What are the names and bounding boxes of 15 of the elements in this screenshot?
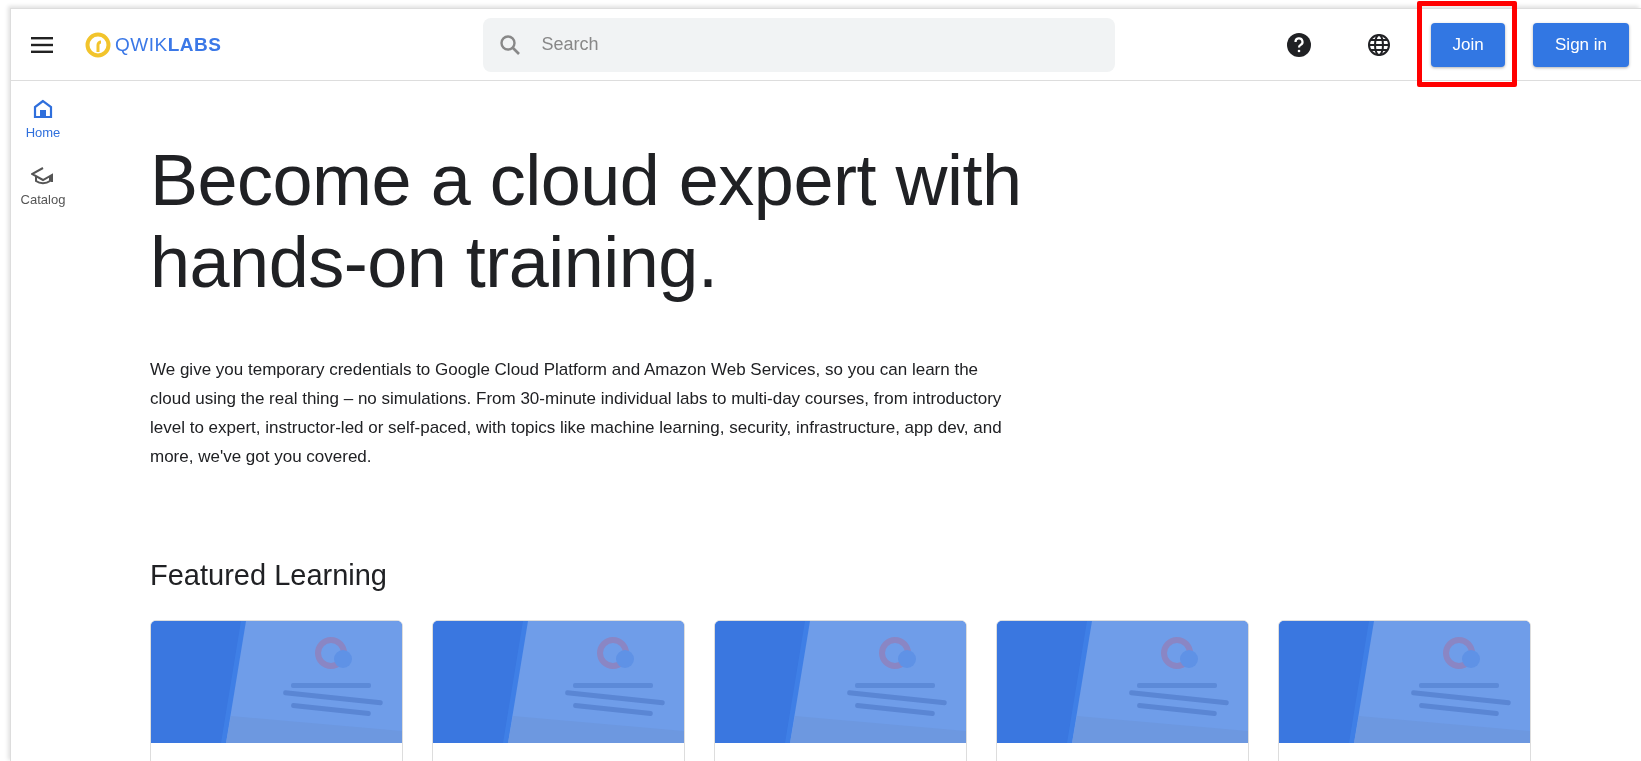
- sidebar-item[interactable]: Catalog: [20, 166, 66, 207]
- help-icon[interactable]: [1287, 32, 1311, 57]
- logo-text[interactable]: QWIKLABS: [115, 33, 222, 56]
- search-field[interactable]: Search: [483, 17, 1116, 72]
- sign-in-button[interactable]: Sign in: [1533, 22, 1629, 67]
- sidebar-item[interactable]: Home: [25, 99, 61, 140]
- graduation-cap-icon: [31, 166, 55, 186]
- home-icon: [33, 99, 53, 119]
- menu-icon[interactable]: [31, 36, 53, 53]
- join-button[interactable]: Join: [1431, 22, 1505, 67]
- section-title: Featured Learning: [150, 559, 388, 592]
- hero-description: We give you temporary credentials to Google Cloud Platform and Amazon Web Services, so you can learn the cloud using the real thing – no simulations. From 30-minute individual labs to multi-day courses, from introductory level to expert, instructor-led or self-paced, with topics like machine learning, security, infrastructure, app dev, and more, we've got you covered.: [150, 359, 1003, 468]
- hero-title: Become a cloud expert with hands-on training.: [150, 139, 1023, 303]
- logo-icon: [85, 31, 111, 58]
- globe-icon[interactable]: [1367, 32, 1391, 57]
